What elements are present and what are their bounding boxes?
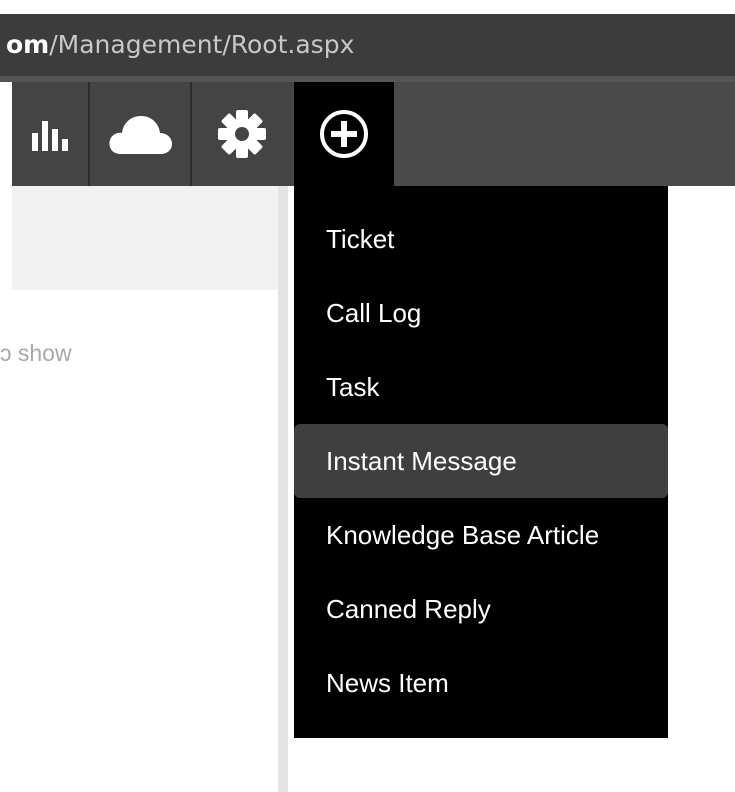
url-path: /Management/Root.aspx bbox=[49, 30, 355, 59]
address-bar[interactable]: om/Management/Root.aspx bbox=[0, 14, 735, 76]
reports-button[interactable] bbox=[12, 82, 88, 186]
url-host: om bbox=[6, 30, 50, 59]
menu-item-ticket[interactable]: Ticket bbox=[294, 202, 668, 276]
app-window: om/Management/Root.aspx ɔ show Ticket Ca… bbox=[0, 0, 735, 792]
menu-item-knowledge-base-article[interactable]: Knowledge Base Article bbox=[294, 498, 668, 572]
cloud-icon bbox=[109, 116, 172, 154]
menu-item-news-item[interactable]: News Item bbox=[294, 646, 668, 720]
toolbar bbox=[0, 82, 735, 186]
gear-icon bbox=[218, 110, 266, 158]
left-edge bbox=[0, 82, 12, 792]
empty-state-text: ɔ show bbox=[0, 340, 72, 366]
new-item-button[interactable] bbox=[294, 82, 394, 186]
menu-item-instant-message[interactable]: Instant Message bbox=[294, 424, 668, 498]
pane-divider[interactable] bbox=[278, 186, 288, 792]
window-top-edge bbox=[0, 0, 735, 14]
settings-button[interactable] bbox=[190, 82, 292, 186]
new-item-menu: Ticket Call Log Task Instant Message Kno… bbox=[294, 186, 668, 738]
bar-chart-icon bbox=[32, 121, 68, 151]
list-header-band bbox=[12, 186, 278, 290]
menu-item-call-log[interactable]: Call Log bbox=[294, 276, 668, 350]
cloud-button[interactable] bbox=[88, 82, 190, 186]
menu-item-task[interactable]: Task bbox=[294, 350, 668, 424]
plus-circle-icon bbox=[320, 110, 368, 158]
menu-item-canned-reply[interactable]: Canned Reply bbox=[294, 572, 668, 646]
